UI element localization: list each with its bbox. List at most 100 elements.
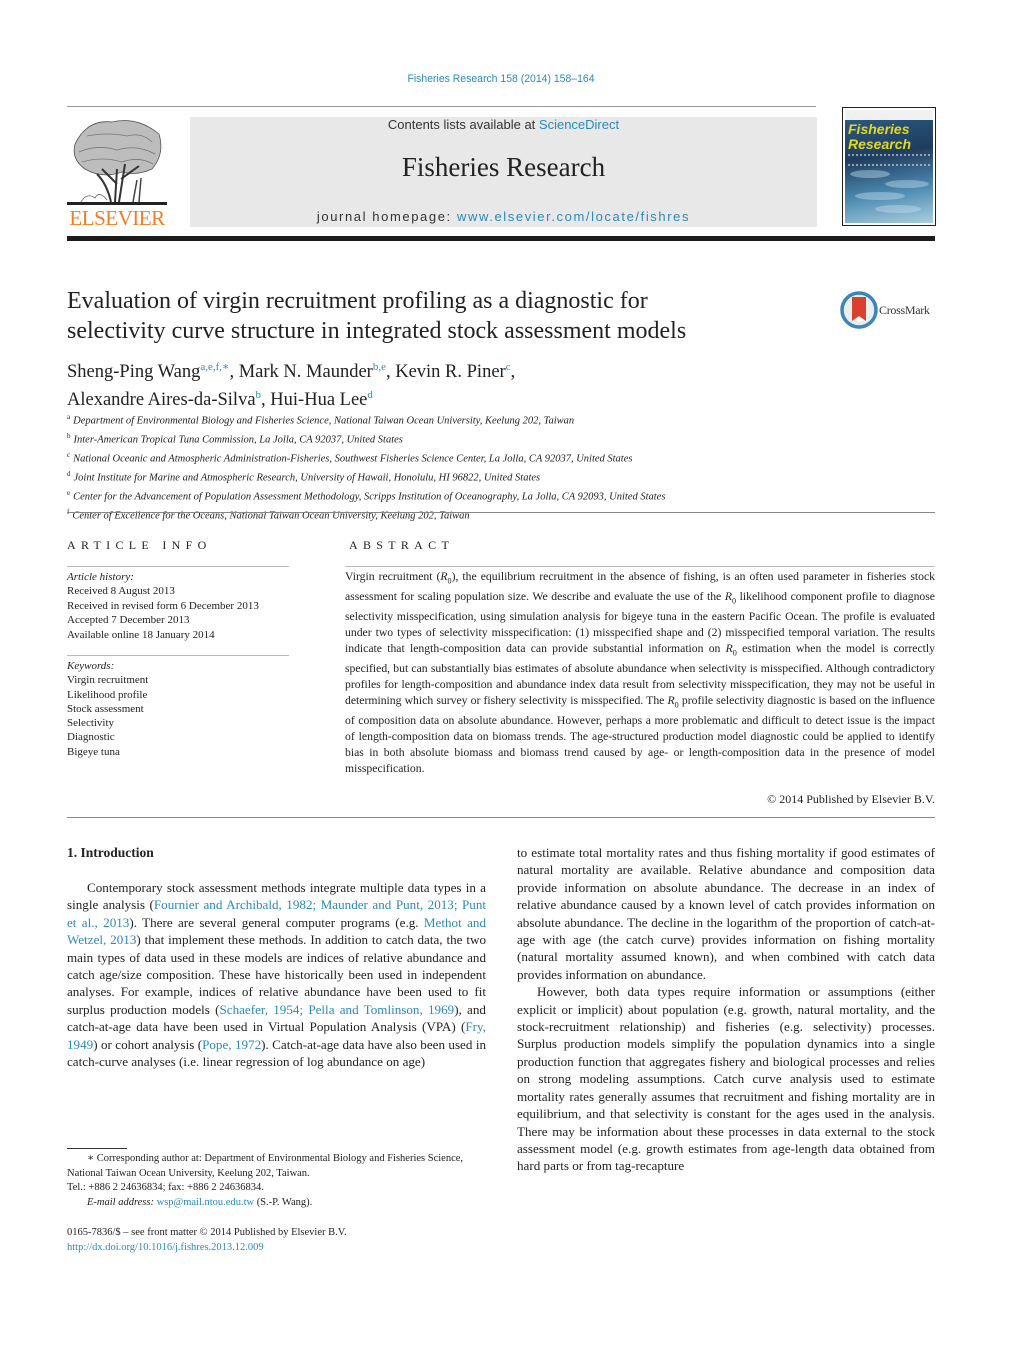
affiliation-text: National Oceanic and Atmospheric Adminis… xyxy=(73,453,633,465)
text-run: ). There are several general computer pr… xyxy=(129,914,424,930)
affiliation-key: a xyxy=(67,413,71,421)
author-name[interactable]: Alexandre Aires-da-Silva xyxy=(67,390,256,410)
r0-symbol: R0 xyxy=(724,590,737,606)
author-affiliation-marker[interactable]: d xyxy=(367,389,373,401)
crossmark-label: CrossMark xyxy=(879,303,930,317)
fish-shape xyxy=(875,205,921,213)
affiliation-text: Department of Environmental Biology and … xyxy=(73,415,575,427)
keyword-item: Selectivity xyxy=(67,717,115,730)
history-label: Article history: xyxy=(67,571,134,583)
body-column-right: to estimate total mortality rates and th… xyxy=(517,844,935,1175)
affiliation-text: Center for the Advancement of Population… xyxy=(73,491,666,503)
citation-link[interactable]: Pope, 1972 xyxy=(202,1037,261,1052)
affiliation-item: a Department of Environmental Biology and… xyxy=(67,410,927,429)
section-divider xyxy=(67,512,935,513)
crossmark-icon xyxy=(840,291,878,329)
body-column-left: Contemporary stock assessment methods in… xyxy=(67,879,486,1070)
publisher-wordmark[interactable]: ELSEVIER xyxy=(67,206,167,231)
separator: , xyxy=(229,362,239,383)
homepage-line: journal homepage: www.elsevier.com/locat… xyxy=(190,209,817,224)
abstract-body: Virgin recruitment (R0), the equilibrium… xyxy=(345,569,935,776)
affiliation-key: c xyxy=(67,450,71,459)
author-affiliation-marker[interactable]: a,e,f,∗ xyxy=(200,361,229,373)
cover-subtitle xyxy=(848,154,930,166)
affiliation-item: fCenter of Excellence for the Oceans, Na… xyxy=(67,505,927,524)
r0-symbol: R0 xyxy=(667,693,679,710)
author-line-2: Alexandre Aires-da-Silvab, Hui-Hua Leed xyxy=(67,384,827,412)
section-divider xyxy=(67,817,935,818)
text-run: Virgin recruitment ( xyxy=(345,570,441,583)
footnote-email: E-mail address: wsp@mail.ntou.edu.tw (S.… xyxy=(67,1196,487,1211)
article-info-divider xyxy=(67,566,289,567)
footnote-divider xyxy=(67,1148,127,1149)
header-divider xyxy=(67,106,816,107)
footnote-text: Corresponding author at: Department of E… xyxy=(67,1153,464,1179)
keyword-item: Bigeye tuna xyxy=(67,745,120,758)
author-name[interactable]: Kevin R. Piner xyxy=(395,362,505,382)
cover-header-strip xyxy=(845,110,933,120)
affiliation-key: d xyxy=(67,469,71,478)
separator: , xyxy=(510,362,516,383)
keywords-divider xyxy=(67,655,289,656)
introduction-heading: 1. Introduction xyxy=(67,845,154,860)
article-title-line1: Evaluation of virgin recruitment profili… xyxy=(67,288,648,314)
citation-link[interactable]: Schaefer, 1954; Pella and Tomlinson, 196… xyxy=(219,1002,454,1017)
corresponding-author-footnote: ∗ Corresponding author at: Department of… xyxy=(67,1152,487,1210)
cover-title-line1: Fisheries xyxy=(848,121,910,137)
keyword-item: Stock assessment xyxy=(67,702,144,715)
history-item: Available online 18 January 2014 xyxy=(67,628,215,641)
affiliation-text: Joint Institute for Marine and Atmospher… xyxy=(73,472,541,484)
journal-title: Fisheries Research xyxy=(401,152,606,182)
fish-shape xyxy=(885,180,929,188)
history-item: Received in revised form 6 December 2013 xyxy=(67,599,259,612)
header-thick-divider xyxy=(67,236,935,241)
keyword-item: Likelihood profile xyxy=(67,688,148,701)
article-title: Evaluation of virgin recruitment profili… xyxy=(67,286,827,346)
email-suffix: (S.-P. Wang). xyxy=(254,1196,313,1208)
article-title-line2: selectivity curve structure in integrate… xyxy=(67,318,687,344)
cover-image: Fisheries Research xyxy=(845,110,933,223)
history-item: Accepted 7 December 2013 xyxy=(67,614,190,627)
affiliation-item: e Center for the Advancement of Populatio… xyxy=(67,486,927,505)
sciencedirect-link[interactable]: ScienceDirect xyxy=(539,117,619,132)
journal-reference[interactable]: Fisheries Research 158 (2014) 158–164 xyxy=(25,73,977,85)
fish-shape xyxy=(855,192,905,200)
copyright-notice: © 2014 Published by Elsevier B.V. xyxy=(767,792,935,806)
footnote-corresponding: ∗ Corresponding author at: Department of… xyxy=(67,1152,487,1181)
doi-link[interactable]: http://dx.doi.org/10.1016/j.fishres.2013… xyxy=(67,1242,264,1253)
keywords-label: Keywords: xyxy=(67,660,115,672)
journal-homepage-link[interactable]: www.elsevier.com/locate/fishres xyxy=(457,209,690,224)
separator: , xyxy=(385,362,396,383)
email-label: E-mail address: xyxy=(87,1196,157,1208)
paragraph-continued: to estimate total mortality rates and th… xyxy=(517,845,935,982)
crossmark-button[interactable]: CrossMark xyxy=(840,291,940,329)
keyword-item: Diagnostic xyxy=(67,731,115,744)
journal-cover-thumbnail[interactable]: Fisheries Research xyxy=(842,107,936,226)
cover-title-line2: Research xyxy=(848,136,912,152)
email-link[interactable]: wsp@mail.ntou.edu.tw xyxy=(157,1197,254,1208)
fish-shape xyxy=(850,170,890,178)
author-name[interactable]: Sheng-Ping Wang xyxy=(67,362,200,382)
text-run: ) or cohort analysis ( xyxy=(93,1036,203,1052)
keyword-item: Virgin recruitment xyxy=(67,674,149,687)
cover-title: Fisheries Research xyxy=(848,122,911,152)
author-name[interactable]: Mark N. Maunder xyxy=(239,362,373,382)
footnote-contact: Tel.: +886 2 24636834; fax: +886 2 24636… xyxy=(67,1182,264,1193)
keywords-list: Keywords: Virgin recruitment Likelihood … xyxy=(67,659,307,759)
author-name[interactable]: Hui-Hua Lee xyxy=(270,390,367,410)
article-history: Article history: Received 8 August 2013 … xyxy=(67,570,307,642)
article-info-heading: ARTICLE INFO xyxy=(67,538,212,552)
affiliations-list: a Department of Environmental Biology and… xyxy=(67,410,927,523)
separator: , xyxy=(261,390,271,411)
contents-prefix: Contents lists available at xyxy=(387,117,539,132)
paragraph: However, both data types require informa… xyxy=(517,984,935,1174)
author-line-1: Sheng-Ping Wanga,e,f,∗, Mark N. Maunderb… xyxy=(67,356,827,384)
issn-line: 0165-7836/$ – see front matter © 2014 Pu… xyxy=(67,1227,347,1238)
abstract-divider xyxy=(345,566,935,567)
affiliation-text: Inter-American Tropical Tuna Commission,… xyxy=(73,434,403,446)
r0-symbol: R0 xyxy=(440,570,452,586)
front-matter: 0165-7836/$ – see front matter © 2014 Pu… xyxy=(67,1226,487,1255)
affiliation-item: d Joint Institute for Marine and Atmosphe… xyxy=(67,467,927,486)
author-affiliation-marker[interactable]: b,e xyxy=(373,361,386,373)
affiliation-item: c National Oceanic and Atmospheric Admini… xyxy=(67,448,927,467)
